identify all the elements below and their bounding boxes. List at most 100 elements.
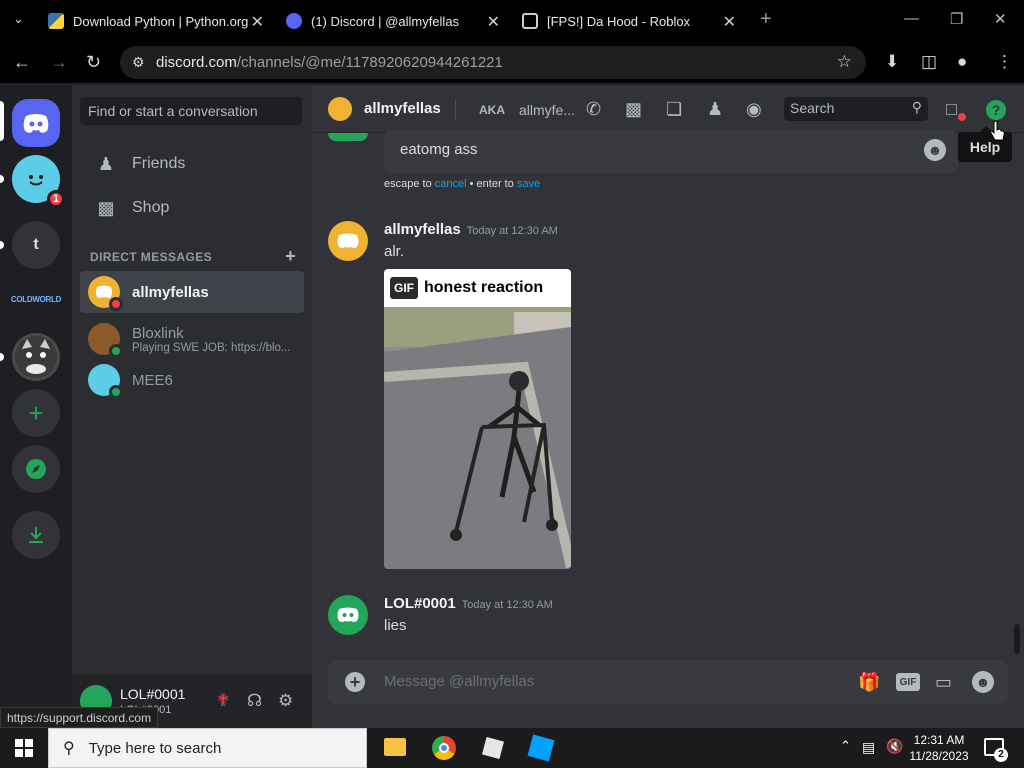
shop-icon: ▩: [97, 197, 115, 218]
nav-friends[interactable]: ♟ Friends: [80, 143, 304, 185]
inbox-icon[interactable]: □: [946, 99, 957, 120]
taskbar-clock[interactable]: 12:31 AM 11/28/2023: [906, 732, 972, 764]
video-call-icon[interactable]: ▩: [625, 99, 642, 120]
dnd-status-icon: [109, 297, 123, 311]
add-server-button[interactable]: +: [12, 389, 60, 437]
avatar: [88, 276, 123, 311]
new-tab-icon[interactable]: +: [760, 8, 772, 31]
unread-pill: [0, 241, 4, 249]
tab-python[interactable]: Download Python | Python.org ✕: [40, 0, 276, 42]
add-friend-icon[interactable]: ♟: [707, 99, 723, 120]
windows-start-icon[interactable]: [15, 739, 33, 757]
inbox-unread-dot: [958, 113, 966, 121]
aka-value[interactable]: allmyfe...: [519, 102, 575, 118]
gif-caption: honest reaction: [424, 279, 544, 296]
forward-icon[interactable]: →: [50, 52, 68, 73]
skeleton-walker-image: [384, 307, 571, 569]
download-apps-button[interactable]: [12, 511, 60, 559]
author-name[interactable]: allmyfellas: [384, 221, 461, 238]
roblox-favicon-icon: [522, 13, 538, 29]
timestamp: Today at 12:30 AM: [466, 225, 558, 237]
gift-icon[interactable]: 🎁: [858, 672, 880, 693]
file-explorer-icon[interactable]: [384, 738, 406, 756]
guild-cat[interactable]: [12, 333, 60, 381]
menu-kebab-icon[interactable]: ⋮: [996, 52, 1013, 72]
minimize-icon[interactable]: —: [904, 10, 919, 27]
browser-tab-strip: ⌄ Download Python | Python.org ✕ (1) Dis…: [0, 0, 1024, 42]
header-name: allmyfellas: [364, 100, 441, 117]
header-divider: [455, 99, 456, 121]
chat-scrollbar[interactable]: [1014, 624, 1020, 654]
message-composer[interactable]: + Message @allmyfellas 🎁 GIF ▭ ☻: [328, 660, 1008, 704]
user-profile-icon[interactable]: ◉: [746, 99, 762, 120]
close-icon[interactable]: ✕: [723, 12, 736, 32]
dm-sidebar: Find or start a conversation ♟ Friends ▩…: [72, 85, 312, 728]
dm-item-allmyfellas[interactable]: allmyfellas: [80, 271, 304, 313]
edit-message-input[interactable]: eatomg ass ☻: [384, 129, 958, 173]
discord-logo-icon: [337, 233, 359, 248]
create-dm-plus-icon[interactable]: +: [285, 246, 296, 267]
edit-message-text: eatomg ass: [400, 141, 478, 158]
author-name[interactable]: LOL#0001: [384, 595, 456, 612]
tab-roblox[interactable]: [FPS!] Da Hood - Roblox ✕: [512, 0, 748, 42]
tray-chevron-icon[interactable]: ⌃: [840, 738, 851, 754]
timestamp: Today at 12:30 AM: [461, 599, 553, 611]
pinned-messages-icon[interactable]: ❏: [666, 99, 682, 120]
emoji-picker-icon[interactable]: ☻: [972, 671, 994, 693]
close-icon[interactable]: ✕: [251, 12, 264, 32]
author-avatar[interactable]: [328, 221, 368, 261]
emoji-icon[interactable]: ☻: [924, 139, 946, 161]
upload-plus-icon[interactable]: +: [345, 672, 365, 692]
headphones-icon[interactable]: ☊: [247, 691, 262, 711]
taskbar-search-placeholder: Type here to search: [88, 739, 222, 757]
mute-mic-icon[interactable]: ✟: [216, 691, 230, 711]
taskbar-search[interactable]: ⚲ Type here to search: [48, 728, 367, 768]
profile-icon[interactable]: ●: [957, 52, 967, 72]
guild-t[interactable]: t: [12, 221, 60, 269]
restore-icon[interactable]: ❐: [950, 10, 963, 28]
sticker-icon[interactable]: ▭: [935, 672, 952, 693]
tab-discord[interactable]: (1) Discord | @allmyfellas ✕: [276, 0, 512, 42]
site-settings-icon[interactable]: ⚙: [132, 54, 145, 71]
volume-muted-icon[interactable]: 🔇: [886, 738, 903, 755]
network-icon[interactable]: ▤: [862, 739, 875, 756]
find-conversation-input[interactable]: Find or start a conversation: [80, 97, 302, 125]
gif-embed[interactable]: GIF honest reaction: [384, 269, 571, 569]
guild-mee6[interactable]: 1: [12, 155, 65, 208]
dm-item-bloxlink[interactable]: Bloxlink Playing SWE JOB: https://blo...: [80, 317, 304, 361]
cat-avatar-icon: [15, 336, 57, 378]
gif-picker-icon[interactable]: GIF: [896, 673, 920, 691]
compass-icon: [26, 459, 46, 479]
settings-gear-icon[interactable]: ⚙: [278, 691, 293, 711]
bookmark-star-icon[interactable]: ☆: [837, 52, 852, 72]
avatar: [88, 364, 123, 399]
help-icon[interactable]: ?: [986, 100, 1006, 120]
dm-item-mee6[interactable]: MEE6: [80, 359, 304, 401]
aka-label: AKA: [479, 103, 505, 117]
search-input[interactable]: Search ⚲: [784, 97, 928, 121]
save-link[interactable]: save: [517, 178, 540, 190]
guild-coldworld[interactable]: COLDWORLD: [11, 275, 61, 323]
discord-logo-icon: [337, 607, 359, 622]
home-button[interactable]: [12, 99, 60, 147]
edit-hint: escape to cancel • enter to save: [384, 178, 540, 190]
side-panel-icon[interactable]: ◫: [921, 52, 937, 72]
close-window-icon[interactable]: ✕: [994, 10, 1007, 28]
server-rail: 1 t COLDWORLD +: [0, 85, 72, 728]
cancel-link[interactable]: cancel: [435, 178, 467, 190]
voice-call-icon[interactable]: ✆: [586, 99, 601, 120]
nav-shop[interactable]: ▩ Shop: [80, 187, 304, 229]
python-logo-icon: [48, 13, 64, 29]
back-icon[interactable]: ←: [13, 52, 31, 73]
discord-logo-icon: [23, 114, 49, 133]
downloads-icon[interactable]: ⬇: [885, 52, 899, 72]
author-avatar[interactable]: [328, 595, 368, 635]
download-icon: [29, 527, 43, 543]
url-path: /channels/@me/1178920620944261221: [236, 54, 503, 71]
reload-icon[interactable]: ↻: [86, 52, 101, 73]
explore-button[interactable]: [12, 445, 60, 493]
unread-pill: [0, 175, 4, 183]
tab-search-chevron-icon[interactable]: ⌄: [13, 11, 24, 27]
close-icon[interactable]: ✕: [487, 12, 500, 32]
url-field[interactable]: ⚙ discord.com/channels/@me/1178920620944…: [120, 46, 866, 79]
